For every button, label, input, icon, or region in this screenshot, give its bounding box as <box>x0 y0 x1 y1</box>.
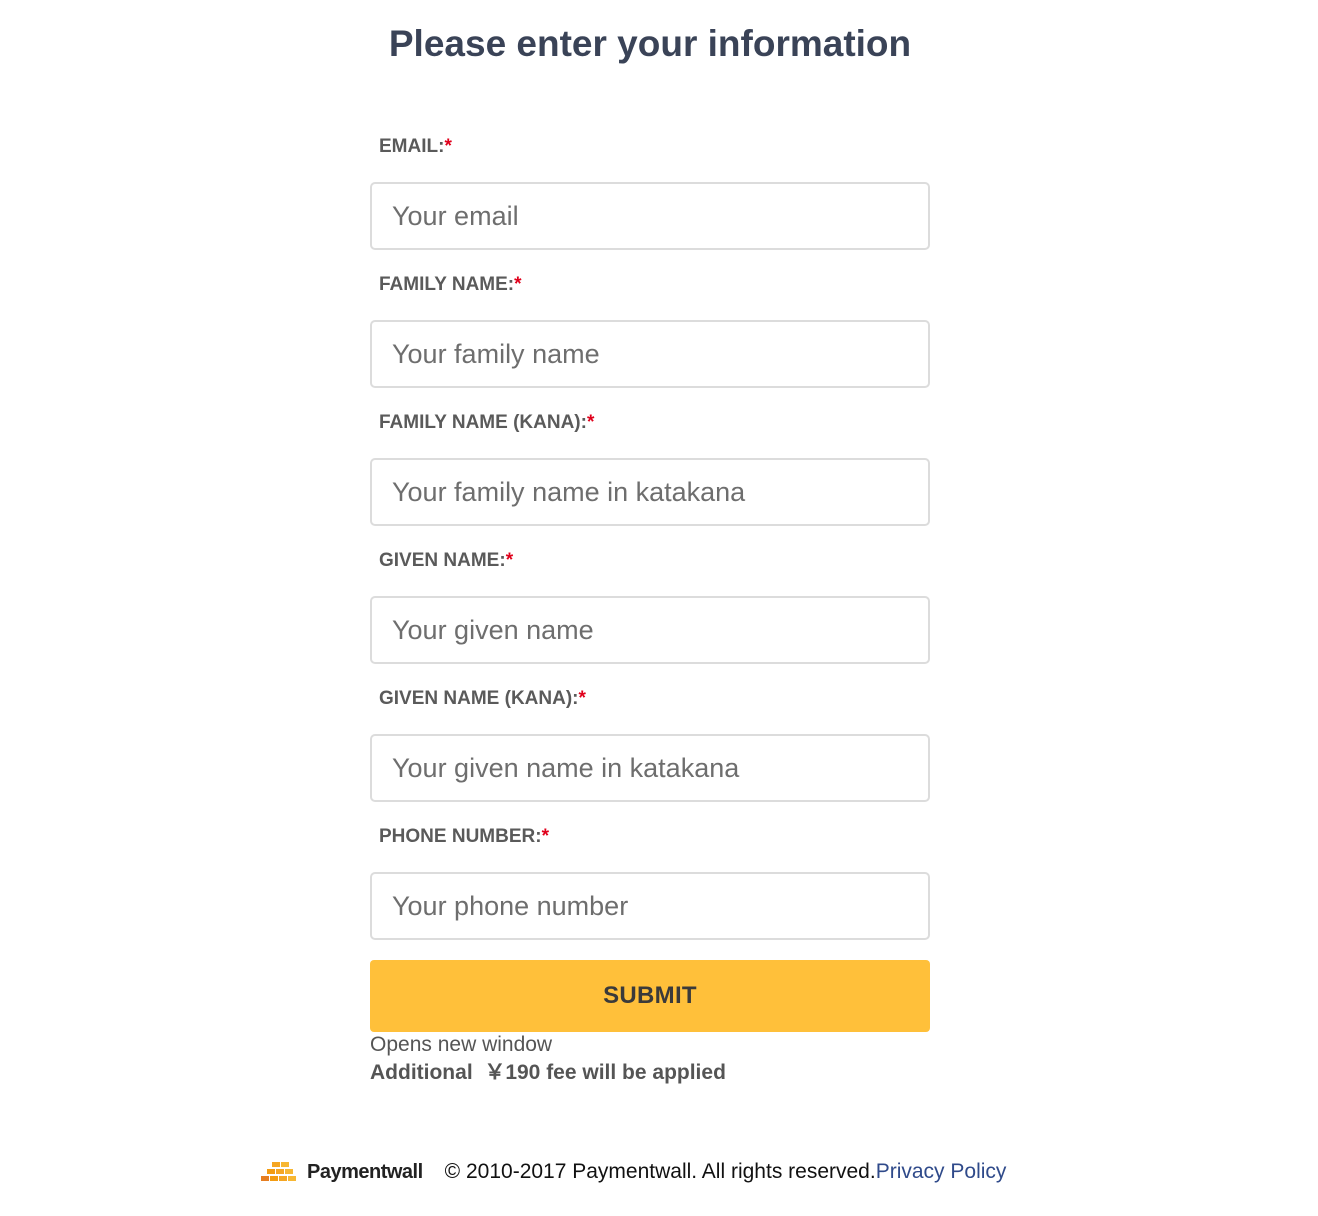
paymentwall-logo-text: Paymentwall <box>307 1160 423 1183</box>
phone-number-input[interactable] <box>370 872 930 940</box>
family-name-kana-label: FAMILY NAME (KANA):* <box>379 412 595 433</box>
family-name-kana-input[interactable] <box>370 458 930 526</box>
privacy-policy-link[interactable]: Privacy Policy <box>876 1160 1007 1184</box>
required-marker: * <box>578 688 586 709</box>
given-name-kana-field-group: GIVEN NAME (KANA):* <box>370 680 930 818</box>
submit-button[interactable]: SUBMIT <box>370 960 930 1032</box>
paymentwall-logo: Paymentwall <box>258 1160 423 1184</box>
phone-number-field-group: PHONE NUMBER:* <box>370 818 930 956</box>
required-marker: * <box>586 412 595 433</box>
required-marker: * <box>541 826 549 847</box>
copyright-text: © 2010-2017 Paymentwall. All rights rese… <box>444 1160 876 1183</box>
family-name-input[interactable] <box>370 320 930 388</box>
given-name-input[interactable] <box>370 596 930 664</box>
paymentwall-logo-icon <box>261 1162 296 1181</box>
given-name-field-group: GIVEN NAME:* <box>370 542 930 680</box>
family-name-label: FAMILY NAME:* <box>379 274 522 295</box>
given-name-kana-input[interactable] <box>370 734 930 802</box>
opens-new-window-note: Opens new window <box>370 1033 553 1056</box>
email-input[interactable] <box>370 182 930 250</box>
information-form: EMAIL:* FAMILY NAME:* FAMILY NAME (KANA)… <box>370 128 930 956</box>
given-name-kana-label: GIVEN NAME (KANA):* <box>379 688 586 709</box>
email-field-group: EMAIL:* <box>370 128 930 266</box>
email-label: EMAIL:* <box>379 136 452 157</box>
footer: Paymentwall © 2010-2017 Paymentwall. All… <box>258 1152 1006 1192</box>
required-marker: * <box>514 274 522 295</box>
family-name-kana-field-group: FAMILY NAME (KANA):* <box>370 404 930 542</box>
phone-number-label: PHONE NUMBER:* <box>379 826 549 847</box>
fee-note: Additional ￥190 fee will be applied <box>370 1061 726 1084</box>
required-marker: * <box>505 550 514 571</box>
family-name-field-group: FAMILY NAME:* <box>370 266 930 404</box>
page-title: Please enter your information <box>388 23 912 64</box>
required-marker: * <box>444 136 452 157</box>
given-name-label: GIVEN NAME:* <box>379 550 514 571</box>
